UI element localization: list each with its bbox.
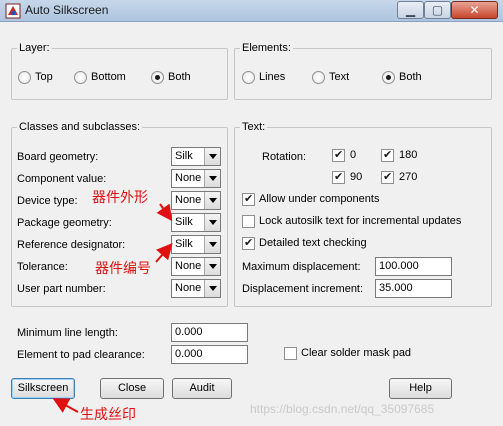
annotation-generate-silk: 生成丝印 xyxy=(80,407,136,423)
package-outline-arrow xyxy=(156,203,173,222)
annotation-arrows xyxy=(52,203,173,413)
ref-designator-arrow xyxy=(155,242,173,263)
generate-silk-arrow xyxy=(52,398,79,413)
annotation-package-outline: 器件外形 xyxy=(92,190,148,206)
annotation-ref-designator: 器件编号 xyxy=(95,261,151,277)
